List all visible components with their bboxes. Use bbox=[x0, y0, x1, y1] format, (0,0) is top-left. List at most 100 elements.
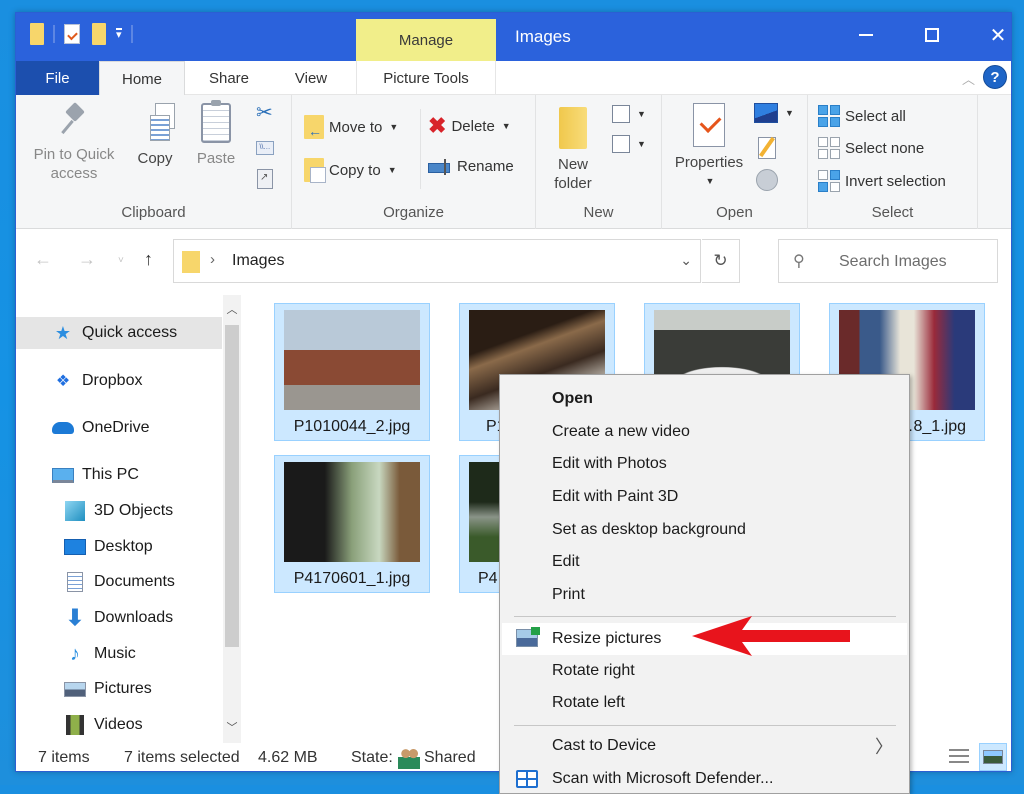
delete-button[interactable]: ✖ Delete ▼ bbox=[428, 115, 511, 137]
new-folder-label-line1: New bbox=[557, 156, 588, 173]
copy-path-button[interactable]: \\… bbox=[256, 141, 274, 155]
easy-access-button[interactable]: ▼ bbox=[612, 135, 646, 153]
menu-item-create-video[interactable]: Create a new video bbox=[502, 417, 907, 447]
tab-home[interactable]: Home bbox=[99, 61, 185, 96]
photos-icon bbox=[754, 103, 778, 123]
new-item-button[interactable]: ▼ bbox=[612, 105, 646, 123]
nav-item-videos[interactable]: Videos bbox=[16, 709, 222, 741]
clipboard-group: Pin to Quick access Copy Paste ✂ \\… Cli… bbox=[16, 95, 292, 229]
organize-group: Move to ▼ Copy to ▼ ✖ Delete ▼ Rename Organ… bbox=[292, 95, 536, 229]
pin-to-quick-access-button[interactable]: Pin to Quick access bbox=[26, 103, 122, 183]
menu-item-print[interactable]: Print bbox=[502, 580, 907, 610]
new-folder-icon[interactable] bbox=[92, 23, 106, 45]
menu-item-set-desktop-background[interactable]: Set as desktop background bbox=[502, 515, 907, 545]
cut-button[interactable]: ✂ bbox=[256, 103, 273, 123]
nav-pane-scrollbar[interactable]: ︿ ﹀ bbox=[223, 295, 241, 743]
address-dropdown-icon[interactable]: ⌄ bbox=[680, 252, 692, 269]
minimize-button[interactable] bbox=[836, 13, 896, 57]
nav-item-onedrive[interactable]: OneDrive bbox=[16, 412, 222, 444]
maximize-button[interactable] bbox=[902, 13, 962, 57]
nav-item-3d-objects[interactable]: 3D Objects bbox=[16, 495, 222, 527]
select-none-button[interactable]: Select none bbox=[818, 137, 924, 159]
nav-item-downloads[interactable]: ⬇ Downloads bbox=[16, 602, 222, 634]
edit-button[interactable] bbox=[758, 137, 776, 159]
tab-view[interactable]: View bbox=[273, 61, 349, 95]
nav-item-quick-access[interactable]: ★ Quick access bbox=[16, 317, 222, 349]
up-button[interactable]: ↑ bbox=[144, 249, 153, 270]
rename-label: Rename bbox=[457, 158, 514, 175]
forward-button[interactable]: → bbox=[78, 249, 96, 270]
nav-item-label: Dropbox bbox=[82, 372, 143, 389]
invert-selection-button[interactable]: Invert selection bbox=[818, 170, 946, 192]
paste-shortcut-button[interactable] bbox=[257, 169, 273, 189]
scroll-up-icon[interactable]: ︿ bbox=[223, 299, 241, 321]
menu-item-cast-to-device[interactable]: Cast to Device 〉 bbox=[502, 731, 907, 761]
state-label: State: bbox=[351, 749, 393, 766]
properties-icon bbox=[693, 103, 725, 147]
scrollbar-thumb[interactable] bbox=[225, 325, 239, 647]
breadcrumb-separator[interactable]: › bbox=[210, 251, 215, 268]
search-box[interactable]: ⚲ Search Images bbox=[778, 239, 998, 283]
menu-item-rotate-left[interactable]: Rotate left bbox=[502, 688, 907, 718]
nav-item-label: This PC bbox=[82, 466, 139, 483]
nav-item-label: Desktop bbox=[94, 538, 153, 555]
nav-item-this-pc[interactable]: This PC bbox=[16, 459, 222, 491]
nav-item-desktop[interactable]: Desktop bbox=[16, 531, 222, 563]
customize-dropdown-icon[interactable]: ▾ bbox=[116, 27, 122, 41]
view-switcher bbox=[945, 743, 1007, 771]
group-divider bbox=[420, 109, 421, 189]
move-to-button[interactable]: Move to ▼ bbox=[304, 115, 398, 139]
file-tile[interactable]: P1010044_2.jpg bbox=[274, 303, 430, 441]
refresh-button[interactable]: ↻ bbox=[702, 239, 740, 283]
close-button[interactable]: ✕ bbox=[968, 13, 1011, 57]
chevron-down-icon: ▼ bbox=[501, 121, 511, 131]
rename-button[interactable]: Rename bbox=[428, 158, 514, 175]
large-icons-view-button[interactable] bbox=[979, 743, 1007, 771]
tab-file[interactable]: File bbox=[16, 61, 99, 95]
back-button[interactable]: ← bbox=[34, 249, 52, 270]
menu-item-scan-defender[interactable]: Scan with Microsoft Defender... bbox=[502, 764, 907, 794]
open-group-label: Open bbox=[716, 204, 753, 221]
menu-item-open[interactable]: Open bbox=[502, 384, 907, 414]
file-tile[interactable]: P4170601_1.jpg bbox=[274, 455, 430, 593]
new-folder-button[interactable]: New folder bbox=[546, 107, 600, 193]
manage-contextual-tab[interactable]: Manage bbox=[356, 19, 496, 61]
breadcrumb-images[interactable]: Images bbox=[232, 252, 284, 270]
defender-icon bbox=[516, 770, 538, 788]
nav-item-label: 3D Objects bbox=[94, 502, 174, 519]
chevron-down-icon: ▼ bbox=[637, 139, 646, 149]
nav-item-music[interactable]: ♪ Music bbox=[16, 638, 222, 670]
menu-item-edit-with-paint-3d[interactable]: Edit with Paint 3D bbox=[502, 482, 907, 512]
help-icon[interactable]: ? bbox=[983, 65, 1007, 89]
address-bar[interactable]: › Images ⌄ bbox=[173, 239, 701, 283]
nav-item-label: Pictures bbox=[94, 680, 152, 697]
recent-locations-dropdown[interactable]: ˅ bbox=[118, 255, 124, 266]
nav-item-dropbox[interactable]: ❖ Dropbox bbox=[16, 365, 222, 397]
copy-button[interactable]: Copy bbox=[130, 103, 180, 168]
paste-button[interactable]: Paste bbox=[190, 100, 242, 168]
collapse-ribbon-icon[interactable]: ︿ bbox=[962, 69, 975, 88]
new-group: New folder ▼ ▼ New bbox=[536, 95, 662, 229]
history-button[interactable] bbox=[756, 169, 778, 191]
menu-item-rotate-right[interactable]: Rotate right bbox=[502, 656, 907, 686]
copy-to-button[interactable]: Copy to ▼ bbox=[304, 158, 397, 183]
navigation-bar: ← → ˅ ↑ › Images ⌄ ↻ ⚲ Search Images bbox=[16, 229, 1011, 295]
select-all-button[interactable]: Select all bbox=[818, 105, 906, 127]
open-with-button[interactable]: ▼ bbox=[754, 103, 794, 123]
menu-item-edit-with-photos[interactable]: Edit with Photos bbox=[502, 449, 907, 479]
toolbar-divider bbox=[53, 25, 55, 43]
nav-item-pictures[interactable]: Pictures bbox=[16, 673, 222, 705]
folder-icon[interactable] bbox=[30, 23, 44, 45]
select-all-icon bbox=[818, 105, 840, 127]
tab-picture-tools[interactable]: Picture Tools bbox=[356, 61, 496, 95]
properties-icon[interactable] bbox=[64, 24, 80, 44]
menu-item-label: Scan with Microsoft Defender... bbox=[552, 770, 774, 787]
tab-share[interactable]: Share bbox=[185, 61, 273, 95]
details-view-button[interactable] bbox=[945, 743, 973, 771]
select-all-label: Select all bbox=[845, 107, 906, 125]
properties-button[interactable]: Properties ▼ bbox=[668, 103, 750, 191]
nav-item-documents[interactable]: Documents bbox=[16, 566, 222, 598]
menu-item-edit[interactable]: Edit bbox=[502, 547, 907, 577]
scroll-down-icon[interactable]: ﹀ bbox=[223, 717, 241, 739]
details-view-icon bbox=[949, 749, 969, 765]
